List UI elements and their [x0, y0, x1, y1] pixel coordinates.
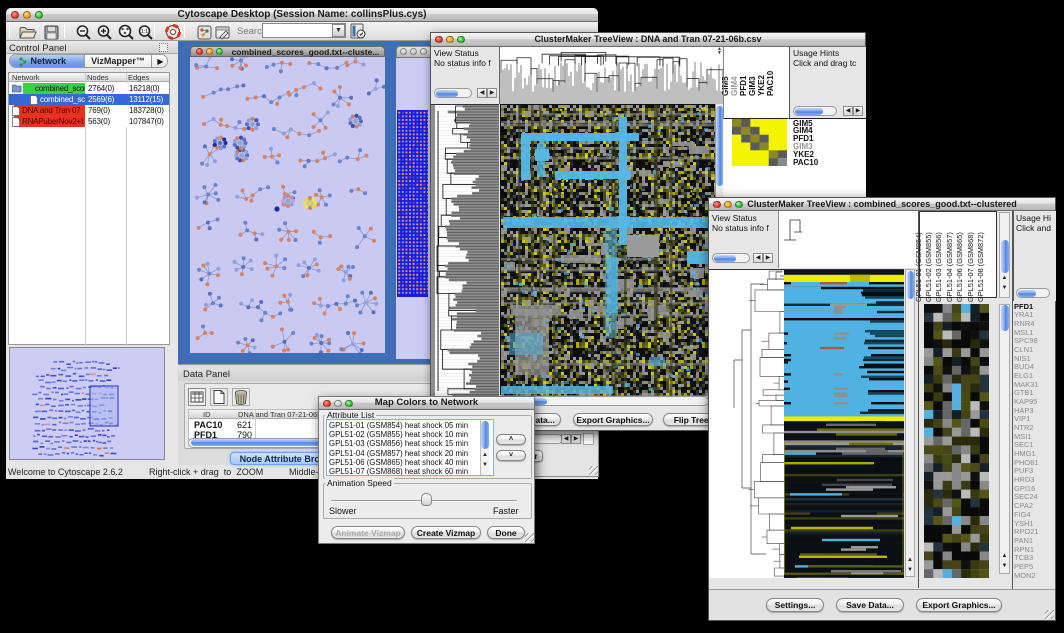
svg-text:1:1: 1:1: [141, 29, 148, 35]
